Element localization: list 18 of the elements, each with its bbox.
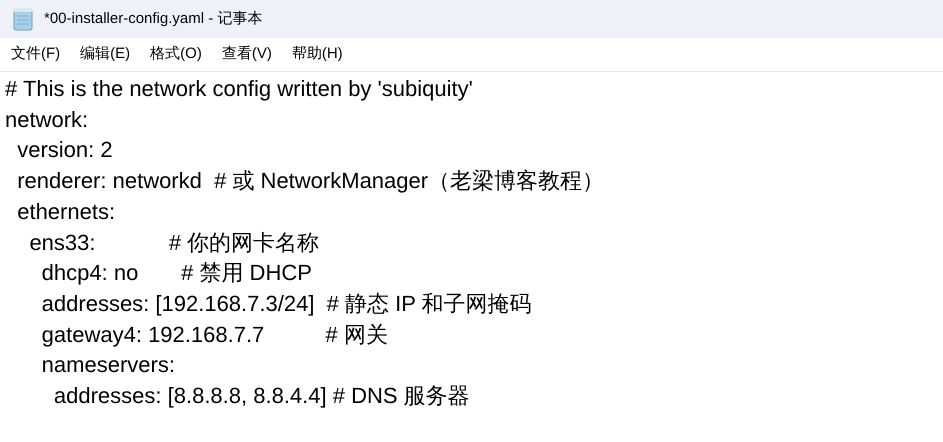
- text-line: addresses: [192.168.7.3/24] # 静态 IP 和子网掩码: [40, 290, 532, 318]
- text-line: renderer: networkd # 或 NetworkManager（老梁博客教程）: [16, 167, 604, 196]
- text-line: ens33: # 你的网卡名称: [28, 228, 320, 257]
- text-line: version: 2: [16, 136, 113, 164]
- window-title: *00-installer-config.yaml - 记事本: [44, 8, 262, 29]
- text-line: dhcp4: no # 禁用 DHCP: [40, 259, 312, 288]
- menu-item[interactable]: 帮助(H): [282, 40, 352, 68]
- text-line: ethernets:: [16, 198, 116, 226]
- text-line: addresses: [8.8.8.8, 8.8.4.4] # DNS 服务器: [52, 382, 470, 410]
- text-line: gateway4: 192.168.7.7 # 网关: [40, 320, 388, 349]
- text-line: # This is the network config written by 'subiquity': [5, 75, 473, 103]
- text-line: nameservers:: [40, 351, 175, 380]
- menu-item[interactable]: 格式(O): [141, 40, 211, 68]
- menu-item[interactable]: 文件(F): [2, 40, 70, 68]
- notepad-icon: [12, 7, 34, 31]
- menu-item[interactable]: 编辑(E): [71, 40, 140, 68]
- text-line: network:: [5, 106, 88, 134]
- menu-item[interactable]: 查看(V): [212, 40, 281, 68]
